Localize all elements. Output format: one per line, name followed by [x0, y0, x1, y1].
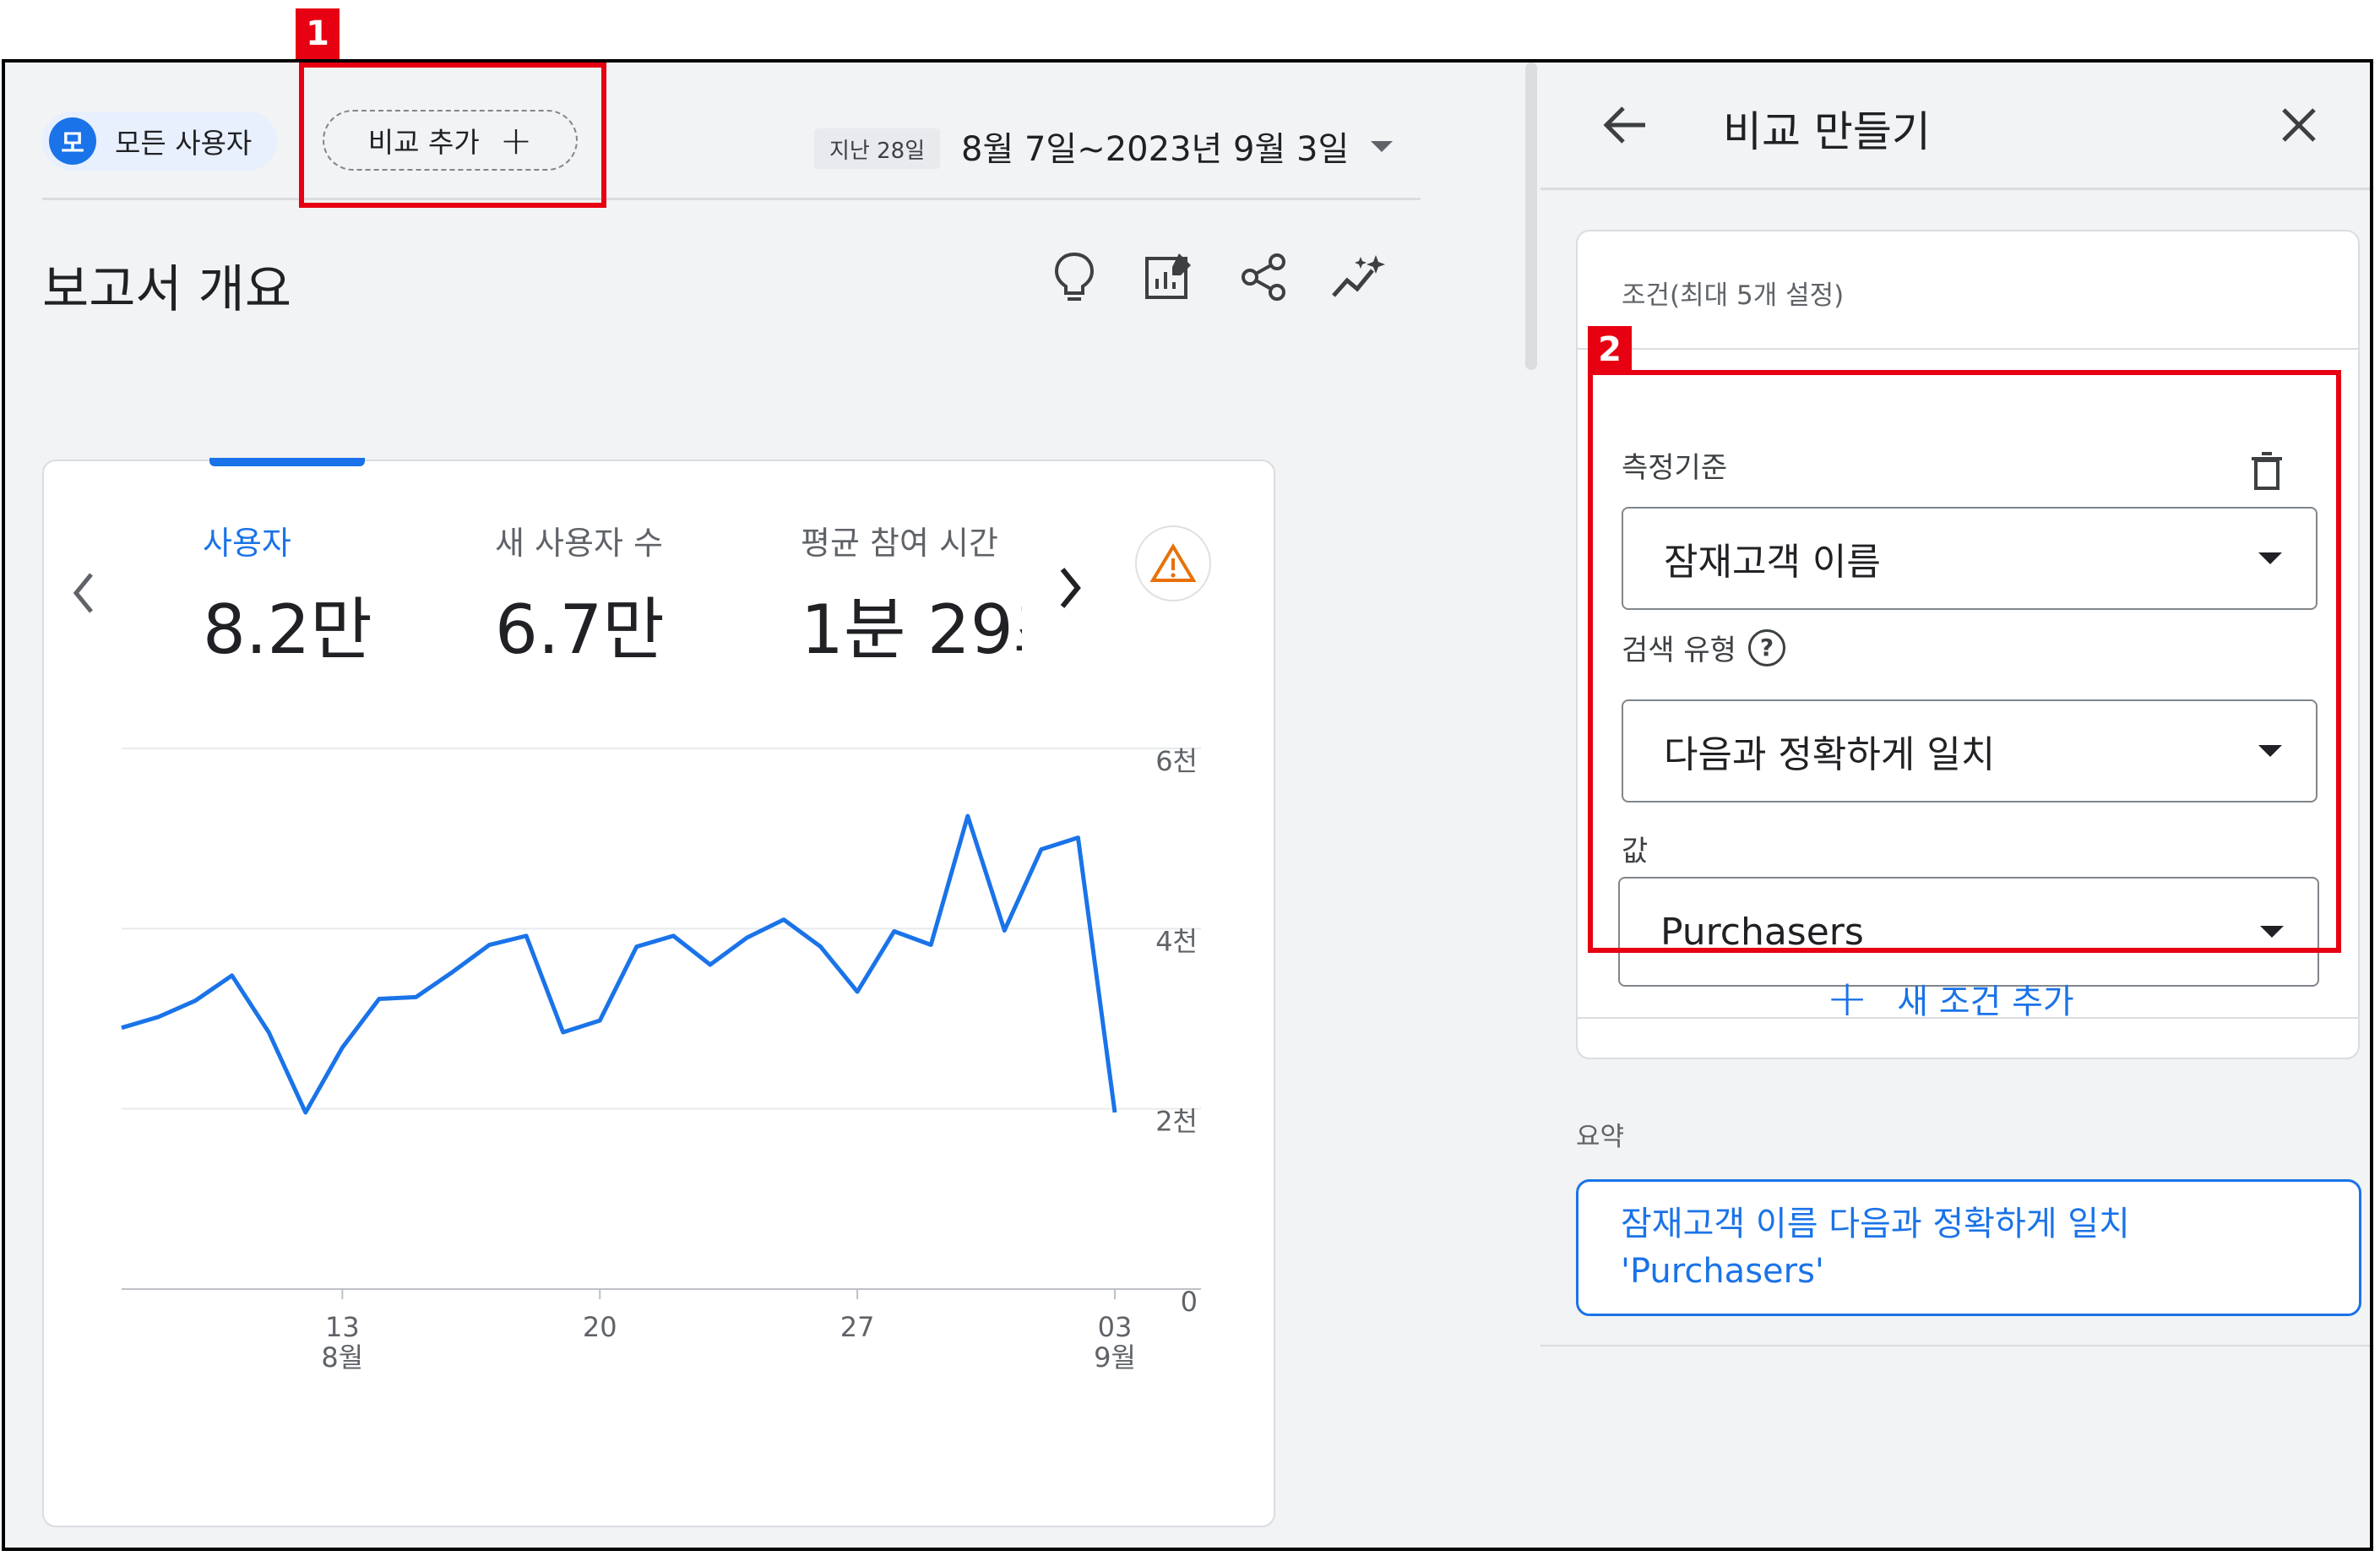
report-area: 모 모든 사용자 비교 추가 + 지난 28일 8월 7일~2023년 9월 3…: [5, 63, 1537, 1548]
x-tick-label: 27: [840, 1311, 875, 1343]
app-window: 모 모든 사용자 비교 추가 + 지난 28일 8월 7일~2023년 9월 3…: [2, 59, 2373, 1551]
all-users-chip[interactable]: 모 모든 사용자: [42, 112, 278, 171]
close-icon[interactable]: [2269, 95, 2329, 155]
back-arrow-icon[interactable]: [1595, 95, 1655, 155]
y-tick-label: 4천: [1155, 925, 1198, 957]
x-tick-month-label: 9월: [1094, 1341, 1136, 1374]
scrollbar-thumb[interactable]: [1525, 63, 1537, 370]
x-tick-label: 13: [325, 1311, 360, 1343]
panel-bottom-divider: [1540, 1345, 2370, 1347]
summary-label: 요약: [1576, 1122, 1625, 1152]
add-condition-label: 새 조건 추가: [1897, 982, 2074, 1021]
plus-icon: +: [1826, 969, 1869, 1028]
x-tick-label: 03: [1098, 1311, 1133, 1343]
share-icon[interactable]: [1233, 247, 1294, 307]
annotation-box-2: [1588, 370, 2341, 953]
conditions-divider: [1578, 348, 2358, 350]
metrics-card: 사용자 8.2만 새 사용자 수 6.7만 평균 참여 시간 1분 29초 02…: [42, 458, 1275, 1527]
panel-title: 비교 만들기: [1723, 107, 1931, 156]
insights-icon[interactable]: [1328, 247, 1388, 307]
page-title: 보고서 개요: [42, 260, 292, 319]
summary-line-2: 'Purchasers': [1621, 1252, 1824, 1291]
segment-avatar: 모: [49, 117, 96, 165]
header-divider: [42, 198, 1421, 200]
users-line-chart: 0 2천 4천 6천 138월 20 27 039월: [121, 745, 1201, 1374]
y-tick-label: 0: [1181, 1286, 1198, 1318]
conditions-title: 조건(최대 5개 설정): [1622, 280, 1845, 311]
dropdown-caret-icon: [1371, 140, 1394, 152]
edit-report-icon[interactable]: [1138, 247, 1199, 307]
lightbulb-icon[interactable]: [1044, 247, 1105, 307]
annotation-number-1: 1: [296, 8, 340, 59]
add-condition-button[interactable]: + 새 조건 추가: [1826, 973, 2074, 1024]
date-range-picker[interactable]: 8월 7일~2023년 9월 3일: [961, 122, 1394, 171]
date-preset-badge: 지난 28일: [814, 128, 941, 169]
summary-box: 잠재고객 이름 다음과 정확하게 일치 'Purchasers': [1576, 1179, 2361, 1316]
x-tick-label: 20: [583, 1311, 617, 1343]
series-line: [121, 813, 1117, 1115]
segment-label: 모든 사용자: [115, 127, 253, 160]
x-tick-month-label: 8월: [321, 1341, 363, 1374]
summary-line-1: 잠재고객 이름 다음과 정확하게 일치: [1621, 1205, 2130, 1243]
annotation-box-1: [299, 63, 606, 208]
y-tick-label: 2천: [1155, 1106, 1198, 1138]
annotation-number-2: 2: [1588, 326, 1632, 373]
y-tick-label: 6천: [1155, 745, 1198, 777]
panel-header: 비교 만들기: [1540, 63, 2370, 190]
date-range-label: 8월 7일~2023년 9월 3일: [961, 130, 1350, 169]
